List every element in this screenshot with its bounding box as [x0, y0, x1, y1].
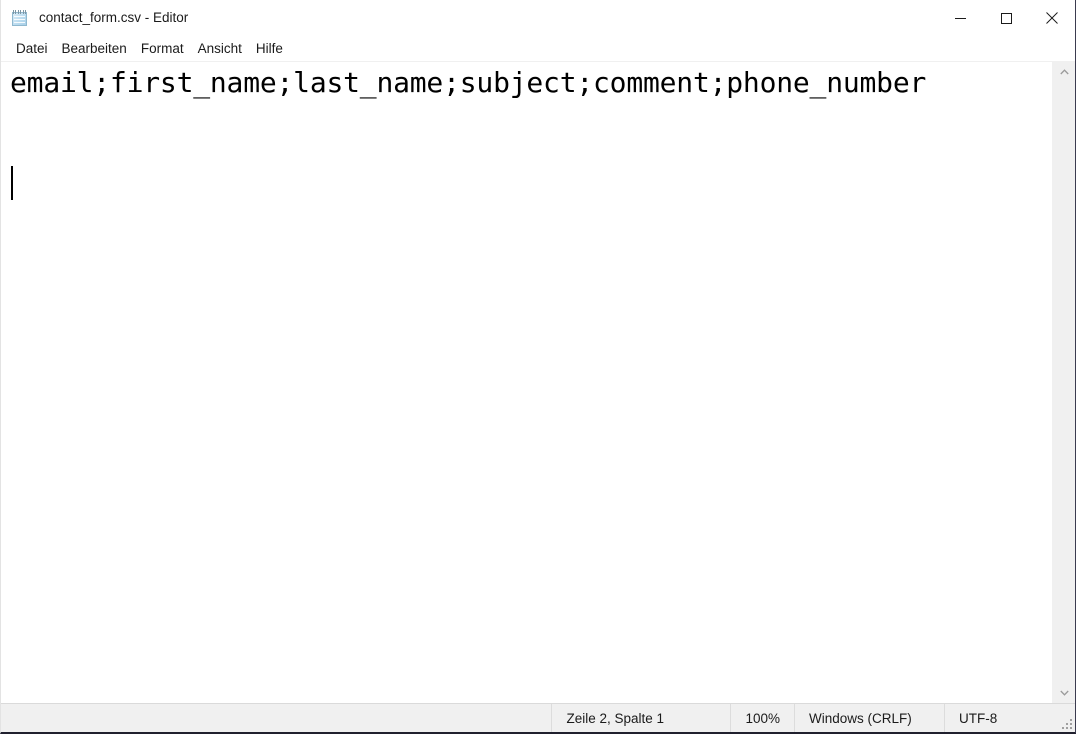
close-icon	[1046, 12, 1058, 24]
close-button[interactable]	[1029, 0, 1075, 36]
minimize-button[interactable]	[937, 0, 983, 36]
text-editor[interactable]: email;first_name;last_name;subject;comme…	[1, 62, 1052, 703]
text-caret	[11, 166, 13, 200]
status-zoom-level[interactable]: 100%	[730, 703, 794, 732]
status-line-ending[interactable]: Windows (CRLF)	[794, 703, 944, 732]
chevron-up-icon	[1059, 69, 1069, 75]
window-title: contact_form.csv - Editor	[39, 10, 189, 26]
window-controls	[937, 0, 1075, 36]
notepad-icon	[11, 9, 29, 27]
editor-text-line: email;first_name;last_name;subject;comme…	[10, 66, 927, 99]
menu-item-hilfe[interactable]: Hilfe	[249, 39, 290, 59]
title-bar-left: contact_form.csv - Editor	[1, 0, 188, 36]
status-encoding[interactable]: UTF-8	[944, 703, 1075, 732]
scroll-down-button[interactable]	[1053, 683, 1075, 703]
scroll-up-button[interactable]	[1053, 62, 1075, 82]
status-cursor-position[interactable]: Zeile 2, Spalte 1	[551, 703, 730, 732]
vertical-scrollbar[interactable]	[1052, 62, 1075, 703]
notepad-window: contact_form.csv - Editor Datei Bearbeit…	[0, 0, 1076, 734]
scrollbar-track[interactable]	[1053, 82, 1075, 683]
maximize-button[interactable]	[983, 0, 1029, 36]
status-bar: Zeile 2, Spalte 1 100% Windows (CRLF) UT…	[1, 703, 1075, 732]
menu-item-format[interactable]: Format	[134, 39, 191, 59]
resize-grip[interactable]	[1060, 717, 1072, 729]
menu-item-bearbeiten[interactable]: Bearbeiten	[55, 39, 134, 59]
maximize-icon	[1000, 12, 1012, 24]
chevron-down-icon	[1059, 690, 1069, 696]
minimize-icon	[954, 17, 966, 19]
menu-bar: Datei Bearbeiten Format Ansicht Hilfe	[1, 36, 1075, 62]
menu-item-ansicht[interactable]: Ansicht	[191, 39, 249, 59]
title-bar[interactable]: contact_form.csv - Editor	[1, 0, 1075, 36]
menu-item-datei[interactable]: Datei	[9, 39, 55, 59]
editor-area: email;first_name;last_name;subject;comme…	[1, 62, 1075, 703]
